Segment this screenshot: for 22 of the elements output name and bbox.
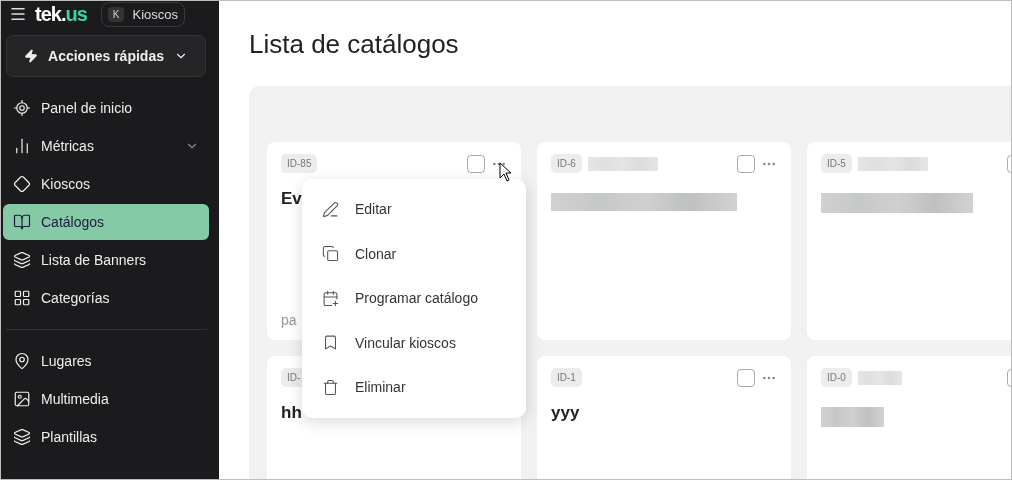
card-footer-text: pa xyxy=(281,312,297,328)
id-tag: ID-5 xyxy=(821,154,852,173)
workspace-name: Kioscos xyxy=(132,6,178,22)
sidebar-item-label: Lugares xyxy=(41,353,93,369)
sidebar-item-label: Panel de inicio xyxy=(41,100,134,116)
sidebar-item-label: Kioscos xyxy=(41,176,92,192)
id-tag: ID-1 xyxy=(551,368,582,387)
sidebar-item-label: Plantillas xyxy=(41,429,99,445)
id-tag: ID-6 xyxy=(551,154,582,173)
id-tag: ID-0 xyxy=(821,368,852,387)
card-title: Ev xyxy=(281,189,302,209)
workspace-avatar: K xyxy=(107,6,125,22)
card-title: yyy xyxy=(551,403,580,423)
sidebar-item-label: Categorías xyxy=(41,290,111,306)
logo: tek.us xyxy=(35,3,87,25)
sidebar-item-label: Lista de Banners xyxy=(41,252,148,268)
page-title: Lista de catálogos xyxy=(249,29,460,60)
sidebar-item-label: Métricas xyxy=(41,138,95,154)
card-title: hh xyxy=(281,403,302,423)
sidebar-item-label: Multimedia xyxy=(41,391,110,407)
id-tag: ID-85 xyxy=(281,154,318,173)
sidebar-item-label: Catálogos xyxy=(41,214,106,230)
